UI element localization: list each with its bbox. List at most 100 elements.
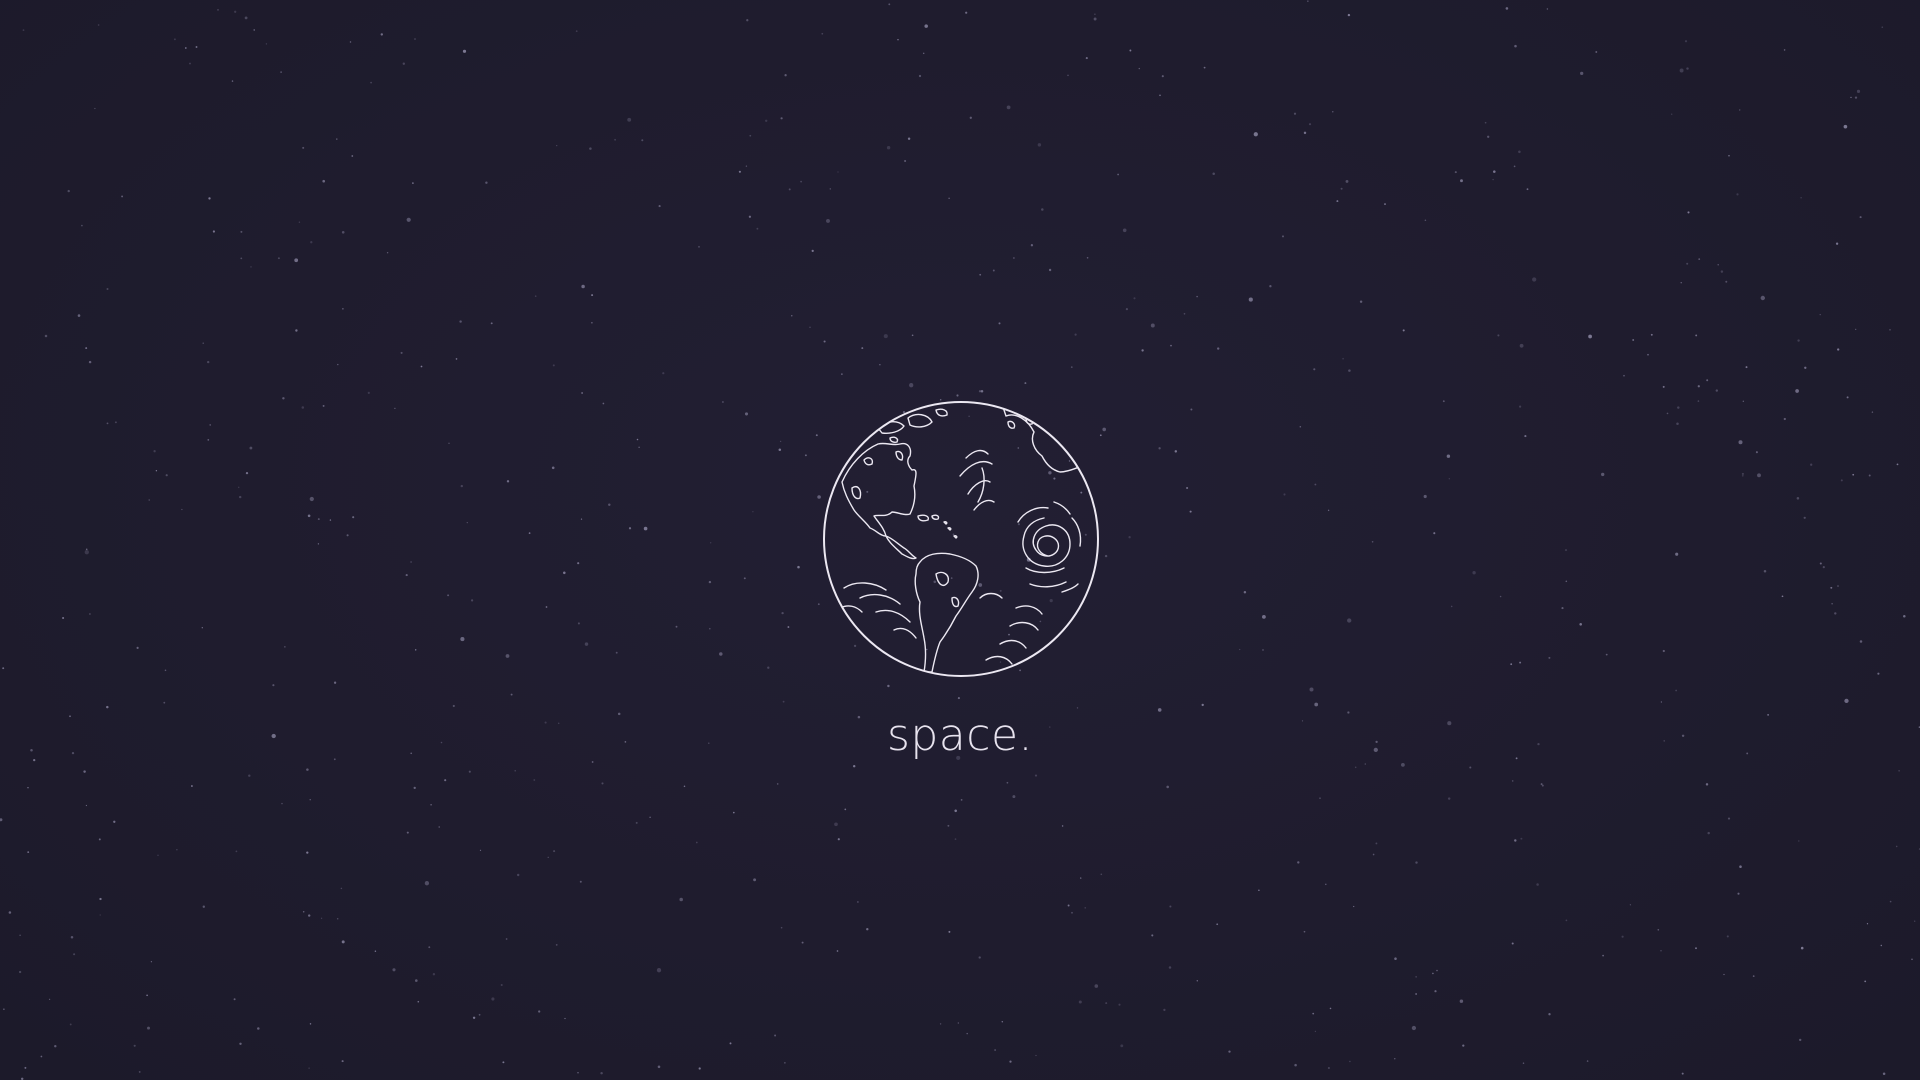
star [1834,612,1837,615]
star [1372,853,1375,856]
star [466,521,468,524]
star [281,802,283,805]
star [1353,905,1355,908]
star [791,315,793,317]
star [1855,328,1857,331]
star [729,1042,732,1045]
star [1094,13,1096,15]
star [460,637,465,642]
star [462,49,467,53]
star [208,197,211,200]
star [1511,780,1514,782]
star [1448,478,1450,480]
star [459,320,462,323]
star [581,392,583,394]
star [309,1023,312,1025]
star [528,532,531,534]
star [954,809,957,813]
star [1800,946,1804,950]
star [577,1072,579,1074]
star [1680,282,1682,284]
star [577,622,580,625]
star [491,997,495,1001]
star [414,649,417,651]
star [844,808,847,811]
star [978,390,982,393]
star [1048,268,1052,272]
star [336,138,338,140]
star [600,1071,603,1075]
star [336,918,339,920]
star [656,968,662,973]
star [1035,1054,1037,1057]
star [1354,766,1357,769]
star [165,474,168,477]
star [879,364,881,366]
star [778,448,782,451]
star [1798,840,1800,842]
star [695,841,698,844]
star [1216,923,1219,926]
star [1384,203,1386,206]
star [195,46,198,48]
star [1037,143,1042,147]
star [3,1008,5,1010]
star [265,43,268,45]
star [1684,40,1688,43]
star [253,29,255,31]
star [1030,244,1034,247]
star [649,816,651,819]
star [883,334,888,339]
star [1138,67,1140,70]
star [1660,701,1663,703]
star [1736,193,1739,196]
star [329,519,332,521]
star [1707,831,1710,835]
star [1781,595,1784,598]
star [698,245,700,248]
star [163,701,166,704]
star [83,770,86,773]
star [212,230,215,233]
star [545,606,548,608]
star [998,322,1001,325]
star [85,548,88,551]
star [420,365,423,368]
star [1299,426,1302,428]
star [1728,154,1730,157]
star [1314,1030,1317,1033]
star [1647,353,1649,356]
star [1319,797,1321,799]
star [1168,966,1172,969]
star [1347,618,1352,623]
star [1519,405,1522,408]
star [1795,389,1799,393]
star [1078,1000,1082,1004]
star [1686,67,1689,70]
star [627,117,632,122]
star [782,700,785,703]
star [1720,270,1724,273]
star [322,404,325,407]
star [746,19,749,22]
star [1349,1060,1351,1063]
star [207,360,210,364]
star [1798,1038,1802,1042]
star [614,138,616,141]
star [1586,1060,1589,1062]
star [280,71,282,73]
star [0,818,3,822]
star [1329,1007,1332,1010]
star [478,1013,481,1016]
star [1454,171,1457,174]
star [1262,649,1264,651]
star [1283,493,1286,496]
star [1532,277,1537,282]
star [1679,68,1684,73]
star [1041,208,1044,211]
star [800,180,802,183]
star [410,561,413,563]
star [413,786,416,790]
star [424,881,430,886]
star [62,616,65,620]
